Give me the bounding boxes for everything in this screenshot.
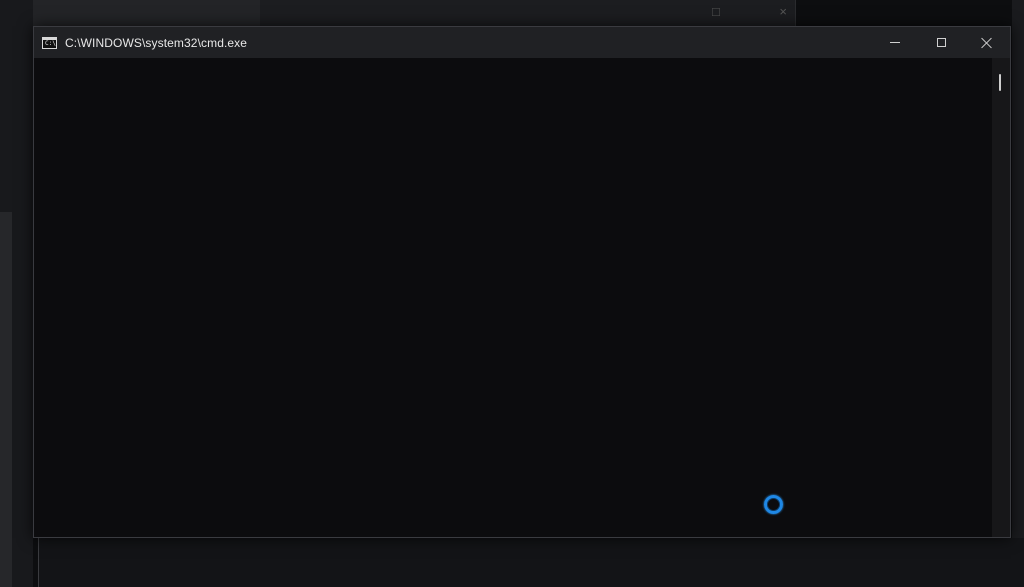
window-controls bbox=[872, 27, 1010, 58]
desktop: □ × C:\ C:\WINDOWS\system32\cmd.exe bbox=[0, 0, 1024, 587]
command-prompt-window: C:\ C:\WINDOWS\system32\cmd.exe bbox=[33, 26, 1011, 538]
close-button[interactable] bbox=[964, 27, 1010, 58]
minimize-icon[interactable]: □ bbox=[712, 4, 720, 24]
command-prompt-icon[interactable]: C:\ bbox=[42, 36, 57, 49]
window-title: C:\WINDOWS\system32\cmd.exe bbox=[65, 35, 248, 50]
prompt-glyph: C:\ bbox=[45, 39, 56, 47]
window-title-bar[interactable]: C:\ C:\WINDOWS\system32\cmd.exe bbox=[34, 27, 1010, 58]
background-window-left bbox=[0, 0, 33, 587]
vertical-scrollbar[interactable] bbox=[992, 58, 1010, 537]
minimize-icon bbox=[890, 42, 900, 43]
background-window-left-strip bbox=[0, 212, 12, 587]
close-icon[interactable]: × bbox=[779, 4, 787, 24]
background-window-right bbox=[1012, 0, 1024, 587]
minimize-button[interactable] bbox=[872, 27, 918, 58]
loading-spinner-icon bbox=[764, 495, 783, 514]
maximize-icon bbox=[936, 38, 946, 47]
scrollbar-thumb[interactable] bbox=[999, 74, 1001, 91]
background-window-bottom bbox=[38, 538, 1024, 587]
maximize-button[interactable] bbox=[918, 27, 964, 58]
close-icon bbox=[981, 37, 993, 49]
background-window-controls: □ × bbox=[712, 4, 787, 24]
background-window-titlebar bbox=[0, 0, 260, 26]
console-output-area[interactable] bbox=[34, 58, 992, 537]
